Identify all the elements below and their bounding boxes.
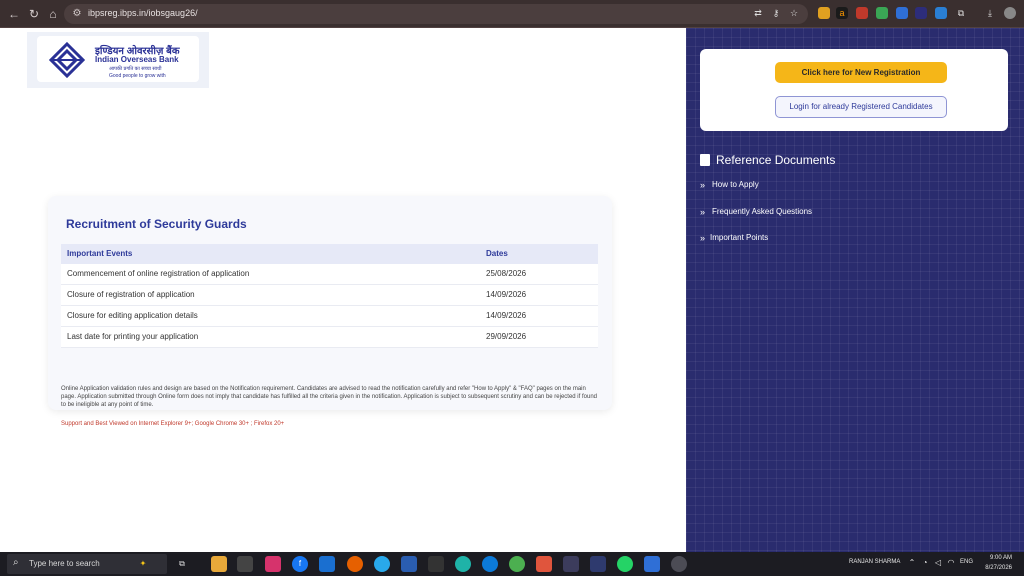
wifi-icon[interactable]: ◠	[946, 558, 956, 568]
search-icon: ⌕	[13, 557, 19, 568]
task-view-icon[interactable]: ⧉	[174, 556, 190, 572]
profile-avatar[interactable]	[1004, 7, 1016, 19]
app-icon[interactable]	[644, 556, 660, 572]
table-row: Closure for editing application details …	[61, 306, 598, 327]
logo-banner: इण्डियन ओवरसीज़ बैंक Indian Overseas Ban…	[27, 32, 209, 88]
bank-logo[interactable]: इण्डियन ओवरसीज़ बैंक Indian Overseas Ban…	[37, 36, 199, 82]
facebook-icon[interactable]: f	[292, 556, 308, 572]
extension-icon[interactable]	[856, 7, 868, 19]
app-icon[interactable]	[455, 556, 471, 572]
extension-icon[interactable]	[876, 7, 888, 19]
download-icon[interactable]: ⤓	[984, 7, 996, 19]
event-name: Last date for printing your application	[67, 332, 199, 341]
extension-icon[interactable]	[935, 7, 947, 19]
bookmark-star-icon[interactable]: ☆	[788, 7, 800, 19]
edge-icon[interactable]	[482, 556, 498, 572]
extension-icon[interactable]	[915, 7, 927, 19]
event-date: 14/09/2026	[486, 290, 527, 299]
chrome-icon[interactable]	[509, 556, 525, 572]
header-dates: Dates	[486, 249, 508, 258]
address-bar[interactable]: ⚙ ibpsreg.ibps.in/iobsgaug26/	[64, 4, 808, 24]
header-events: Important Events	[67, 249, 133, 258]
clock-time[interactable]: 9:00 AM	[984, 555, 1012, 561]
telegram-icon[interactable]	[374, 556, 390, 572]
login-button[interactable]: Login for already Registered Candidates	[775, 96, 947, 118]
tray-username[interactable]: RANJAN SHARMA	[849, 559, 900, 565]
event-date: 29/09/2026	[486, 332, 527, 341]
language-indicator[interactable]: ENG	[960, 559, 973, 565]
ref-link-label: Frequently Asked Questions	[712, 207, 813, 216]
event-date: 14/09/2026	[486, 311, 527, 320]
page-title: Recruitment of Security Guards	[66, 217, 247, 231]
browser-support-note: Support and Best Viewed on Internet Expl…	[61, 421, 285, 427]
reference-documents-title: Reference Documents	[716, 153, 836, 167]
logo-tagline-hindi: आपकी प्रगति का सच्चा साथी	[109, 66, 162, 72]
app-icon[interactable]	[590, 556, 606, 572]
extension-icon[interactable]	[896, 7, 908, 19]
event-name: Closure of registration of application	[67, 290, 195, 299]
firefox-icon[interactable]	[347, 556, 363, 572]
event-name: Closure for editing application details	[67, 311, 198, 320]
iob-logo-icon	[49, 42, 85, 78]
reload-icon[interactable]: ↻	[25, 5, 43, 23]
sidebar-panel: Click here for New Registration Login fo…	[686, 28, 1024, 552]
file-explorer-icon[interactable]	[211, 556, 227, 572]
chevron-right-icon: »	[700, 233, 706, 243]
extension-icon[interactable]	[818, 7, 830, 19]
new-registration-button[interactable]: Click here for New Registration	[775, 62, 947, 83]
store-icon[interactable]	[237, 556, 253, 572]
network-icon[interactable]: ◔	[920, 558, 930, 568]
recruitment-card: Recruitment of Security Guards Important…	[48, 196, 612, 427]
document-icon	[700, 154, 710, 166]
clock-date[interactable]: 8/27/2026	[980, 565, 1012, 571]
event-date: 25/08/2026	[486, 269, 527, 278]
chrome-active-icon[interactable]	[671, 556, 687, 572]
app-icon[interactable]	[401, 556, 417, 572]
instructions-note: Online Application validation rules and …	[61, 386, 597, 408]
registration-box: Click here for New Registration Login fo…	[700, 49, 1008, 131]
url-text: ibpsreg.ibps.in/iobsgaug26/	[88, 8, 198, 18]
app-icon[interactable]	[563, 556, 579, 572]
chevron-right-icon: »	[700, 207, 706, 217]
table-row: Last date for printing your application …	[61, 327, 598, 348]
search-placeholder: Type here to search	[29, 559, 100, 568]
table-header: Important Events Dates	[61, 244, 598, 264]
back-icon[interactable]: ←	[5, 5, 23, 23]
extensions-puzzle-icon[interactable]: ⧉	[955, 7, 967, 19]
app-icon[interactable]	[428, 556, 444, 572]
event-name: Commencement of online registration of a…	[67, 269, 250, 278]
events-table: Important Events Dates Commencement of o…	[61, 244, 598, 348]
logo-english-text: Indian Overseas Bank	[95, 55, 179, 64]
site-info-icon[interactable]: ⚙	[70, 7, 84, 21]
amazon-extension-icon[interactable]: a	[836, 7, 848, 19]
copilot-sparkle-icon[interactable]: ✦	[135, 556, 151, 572]
table-row: Closure of registration of application 1…	[61, 285, 598, 306]
main-content: इण्डियन ओवरसीज़ बैंक Indian Overseas Ban…	[0, 28, 686, 552]
whatsapp-icon[interactable]	[617, 556, 633, 572]
browser-toolbar: ← ↻ ⌂ ⚙ ibpsreg.ibps.in/iobsgaug26/ ⇄ ⚷ …	[0, 0, 1024, 28]
logo-tagline: Good people to grow with	[109, 73, 166, 79]
table-row: Commencement of online registration of a…	[61, 264, 598, 285]
ref-link-label: How to Apply	[712, 180, 759, 189]
home-icon[interactable]: ⌂	[44, 5, 62, 23]
translate-icon[interactable]: ⇄	[752, 7, 764, 19]
instagram-icon[interactable]	[265, 556, 281, 572]
mail-icon[interactable]	[319, 556, 335, 572]
chevron-right-icon: »	[700, 180, 706, 190]
ref-link-label: Important Points	[710, 233, 769, 242]
password-key-icon[interactable]: ⚷	[770, 7, 782, 19]
app-icon[interactable]	[536, 556, 552, 572]
chevron-up-icon[interactable]: ⌃	[907, 558, 917, 568]
windows-taskbar: ⌕ Type here to search ✦ ⧉ f RANJAN SHARM…	[0, 552, 1024, 576]
volume-icon[interactable]: ◁	[933, 558, 943, 568]
